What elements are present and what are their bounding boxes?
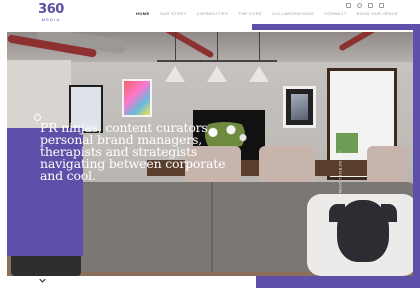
pendant-rod — [157, 60, 277, 62]
hero-headline: PR ninjas, content curators, personal br… — [40, 120, 226, 183]
nav-item-home[interactable]: HOME — [136, 11, 150, 16]
wall-art-colorful — [122, 79, 152, 117]
wall-art-framed — [283, 86, 316, 128]
logo[interactable]: 360 MEDIA — [34, 3, 68, 27]
nav-item-connect[interactable]: CONNECT — [324, 11, 347, 16]
nav-item-our-story[interactable]: OUR STORY — [160, 11, 187, 16]
accent-bar-bottom — [256, 276, 414, 288]
nav-item-the-core[interactable]: THE CORE — [238, 11, 262, 16]
page: 360 MEDIA HOME OUR STORY CAPABILITIES TH… — [0, 0, 420, 288]
scroll-down-label[interactable]: —— SCROLL DOWN — [338, 150, 343, 197]
dog-pillow-print — [337, 200, 389, 262]
accent-bar-top — [252, 24, 420, 30]
linkedin-icon[interactable] — [379, 3, 384, 8]
accent-bar-right — [413, 24, 420, 288]
facebook-icon[interactable] — [368, 3, 373, 8]
social-links — [346, 3, 384, 8]
main-nav: HOME OUR STORY CAPABILITIES THE CORE COL… — [136, 11, 408, 16]
nav-item-capabilities[interactable]: CAPABILITIES — [197, 11, 228, 16]
instagram-icon[interactable] — [346, 3, 351, 8]
twitter-icon[interactable] — [357, 3, 362, 8]
nav-item-collaborations[interactable]: COLLABORATIONS — [272, 11, 314, 16]
chevron-down-icon[interactable] — [39, 277, 46, 284]
nav-item-book-our-space[interactable]: BOOK OUR SPACE — [357, 11, 399, 16]
pendant-lamp — [165, 66, 185, 82]
pendant-lamp — [249, 66, 269, 82]
logo-number: 360 — [38, 2, 64, 17]
logo-subtitle: MEDIA — [41, 17, 61, 22]
pendant-lamp — [207, 66, 227, 82]
